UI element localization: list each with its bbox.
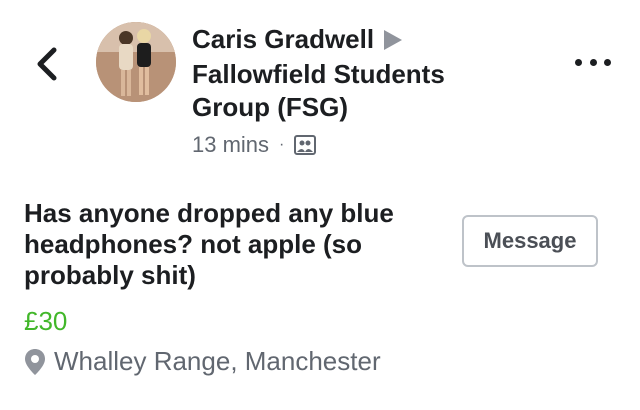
author-line: Caris Gradwell <box>192 22 522 58</box>
listing-title: Has anyone dropped any blue headphones? … <box>24 198 394 290</box>
avatar[interactable] <box>96 22 176 102</box>
message-button[interactable]: Message <box>462 215 598 267</box>
listing-price: £30 <box>24 306 68 336</box>
chevron-left-icon <box>37 47 57 81</box>
group-name[interactable]: Fallowfield Students Group (FSG) <box>192 58 522 124</box>
photo-icon <box>294 134 317 156</box>
more-horizontal-icon <box>575 58 582 66</box>
right-triangle-icon <box>384 24 403 58</box>
listing-location[interactable]: Whalley Range, Manchester <box>24 346 381 377</box>
author-name[interactable]: Caris Gradwell <box>192 24 374 54</box>
location-pin-icon <box>24 347 46 377</box>
avatar-photo <box>96 22 176 102</box>
post-header: Caris Gradwell Fallowfield Students Grou… <box>192 22 522 158</box>
more-dot <box>589 58 597 66</box>
more-dot <box>604 58 611 66</box>
more-options-button[interactable] <box>575 54 611 70</box>
meta-separator: · <box>279 136 285 154</box>
back-button[interactable] <box>30 42 66 86</box>
location-text: Whalley Range, Manchester <box>54 346 381 376</box>
post-time[interactable]: 13 mins <box>192 132 269 158</box>
post-meta: 13 mins · <box>192 132 522 158</box>
